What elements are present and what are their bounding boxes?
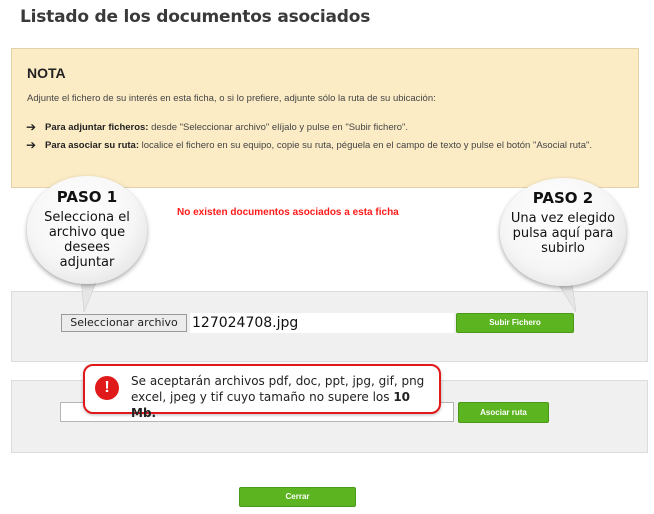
page-title: Listado de los documentos asociados <box>20 7 371 27</box>
close-button[interactable]: Cerrar <box>239 487 356 507</box>
step2-text: Una vez elegido pulsa aquí para subirlo <box>510 211 616 256</box>
step1-text: Selecciona el archivo que desees adjunta… <box>44 210 130 270</box>
step2-bubble: PASO 2 Una vez elegido pulsa aquí para s… <box>500 178 626 286</box>
no-documents-message: No existen documentos asociados a esta f… <box>177 207 399 218</box>
note-item-route: ➔ Para asociar su ruta: localice el fich… <box>26 139 630 152</box>
note-title: NOTA <box>27 65 66 81</box>
step2-title: PASO 2 <box>532 189 594 207</box>
warning-text: Se aceptarán archivos pdf, doc, ppt, jpg… <box>131 373 439 421</box>
associate-route-button[interactable]: Asociar ruta <box>458 402 549 423</box>
arrow-right-icon: ➔ <box>26 138 37 152</box>
note-item-label: Para adjuntar ficheros: <box>45 122 149 133</box>
note-box: NOTA Adjunte el fichero de su interés en… <box>11 48 639 188</box>
warning-message: Se aceptarán archivos pdf, doc, ppt, jpg… <box>131 374 425 404</box>
file-type-warning: ! Se aceptarán archivos pdf, doc, ppt, j… <box>83 364 441 420</box>
step1-bubble: PASO 1 Selecciona el archivo que desees … <box>27 176 147 284</box>
note-item-text: desde "Seleccionar archivo" elíjalo y pu… <box>148 122 409 133</box>
note-item-text: localice el fichero en su equipo, copie … <box>139 140 592 151</box>
note-item-attach: ➔ Para adjuntar ficheros: desde "Selecci… <box>26 121 630 134</box>
arrow-right-icon: ➔ <box>26 120 37 134</box>
selected-file-name: 127024708.jpg <box>190 313 454 333</box>
step1-title: PASO 1 <box>56 188 118 206</box>
note-intro: Adjunte el fichero de su interés en esta… <box>27 93 436 104</box>
exclamation-icon: ! <box>95 376 119 400</box>
note-item-label: Para asociar su ruta: <box>45 140 139 151</box>
